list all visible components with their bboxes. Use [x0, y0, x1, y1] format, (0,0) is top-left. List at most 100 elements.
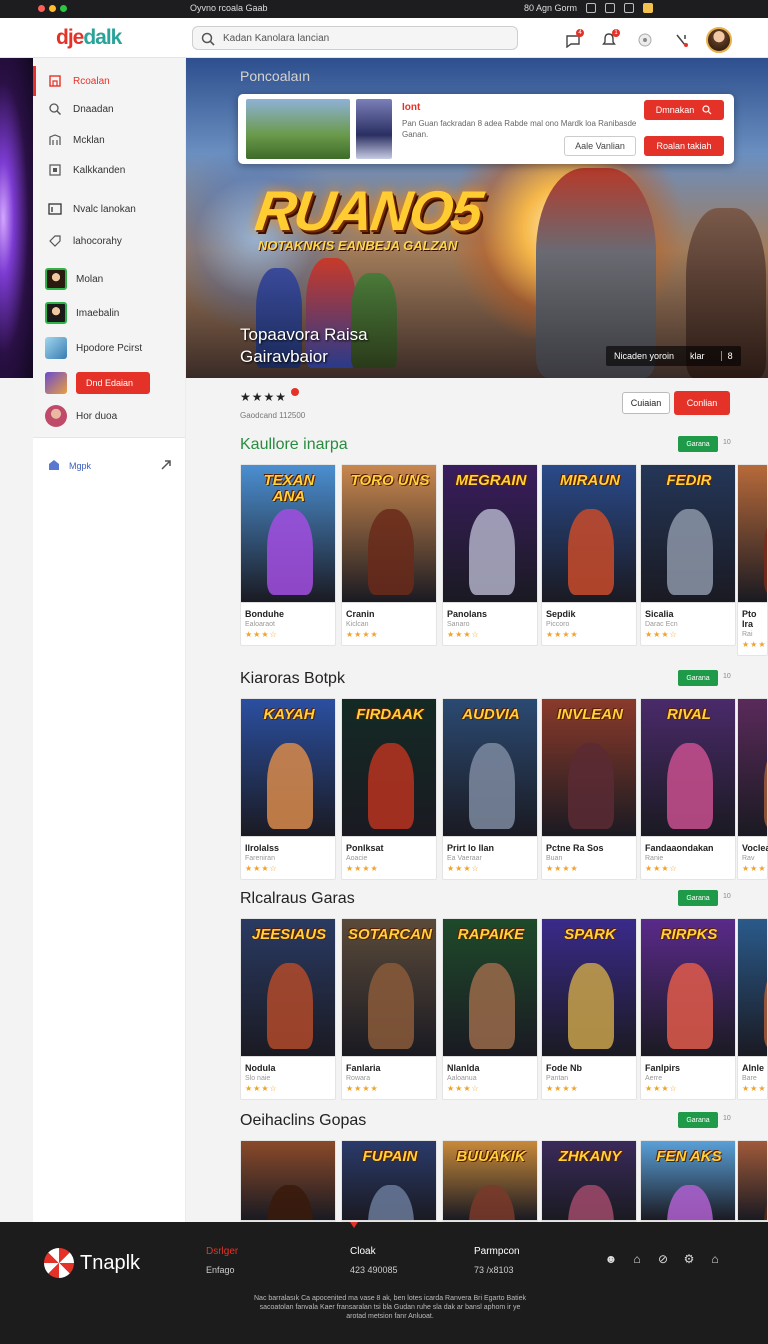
flag-icon[interactable] — [624, 3, 635, 13]
game-subtitle: Slo naie — [245, 1075, 271, 1082]
os-title-bar: Oyvno rcoala Gaab 80 Agn Gorm — [0, 0, 768, 18]
sidebar-item-tags[interactable]: lahocorahy — [33, 226, 186, 256]
game-card[interactable]: BUUAKIK — [442, 1140, 538, 1222]
sidebar-item-library[interactable]: Mcklan — [33, 125, 186, 155]
game-card[interactable]: RIRPKS Fanlpirs Aerre ★★★☆ — [640, 918, 736, 1100]
game-card[interactable]: JEESIAUS Nodula Slo naie ★★★☆ — [240, 918, 336, 1100]
minimize-window-button[interactable] — [49, 5, 56, 12]
sidebar-item-store[interactable]: Kalkkanden — [33, 155, 186, 185]
footer-col3-value[interactable]: 73 /x8103 — [474, 1265, 520, 1275]
promo-primary-button[interactable]: Roalan takiah — [644, 136, 724, 156]
download-icon[interactable] — [670, 29, 692, 51]
game-name: Alnle — [742, 1063, 765, 1073]
game-name: Sepdik — [546, 609, 576, 619]
game-cover-title: TEXAN ANA — [263, 472, 315, 505]
app-logo[interactable]: djedalk — [56, 26, 122, 50]
home-icon[interactable]: ⌂ — [630, 1252, 644, 1266]
promo-secondary-button[interactable]: Aale Vanlian — [564, 136, 636, 156]
copy-icon[interactable] — [586, 3, 597, 13]
game-card[interactable]: SOTARCAN Fanlaria Rowara ★★★★ — [341, 918, 437, 1100]
section-view-all-button[interactable]: Garana — [678, 436, 718, 452]
game-card[interactable]: FEN AKS — [640, 1140, 736, 1222]
secondary-action-button[interactable]: Cuiaian — [622, 392, 670, 414]
game-cover-title: MIRAUN — [560, 472, 620, 489]
game-card[interactable]: RIVAL Fandaaondakan Ranie ★★★☆ — [640, 698, 736, 880]
game-character-figure — [267, 509, 313, 595]
sidebar-item-label: Kalkkanden — [73, 164, 126, 176]
sidebar-item-label: Mcklan — [73, 134, 105, 146]
rating-stars: ★★★★ — [240, 390, 288, 404]
game-card[interactable]: RAPAIKE Nlanlda Aaloanua ★★★☆ — [442, 918, 538, 1100]
game-card[interactable] — [240, 1140, 336, 1222]
hero-info-pill[interactable]: Nicaden yoroin klar 8 — [606, 346, 741, 366]
sidebar-item-screen[interactable]: Nvalc lanokan — [33, 194, 186, 224]
game-cover-art — [738, 1141, 767, 1221]
window-title: Oyvno rcoala Gaab — [190, 3, 268, 13]
footer-column-2: Cloak 423 490085 — [350, 1246, 398, 1275]
game-name: Bonduhe — [245, 609, 284, 619]
messages-icon[interactable]: 4 — [562, 29, 584, 51]
primary-action-button[interactable]: Conlian — [674, 391, 730, 415]
section-view-all-button[interactable]: Garana — [678, 670, 718, 686]
sidebar-highlight-button[interactable]: Dnd Edaian — [76, 372, 150, 394]
battery-icon — [643, 3, 654, 13]
game-card[interactable]: PTO Pto Ira Rai ★★★ — [737, 464, 768, 656]
logo-part-2: dalk — [83, 26, 122, 49]
house-icon[interactable]: ⌂ — [708, 1252, 722, 1266]
game-card[interactable]: TORO UNS Cranin Kiclcan ★★★★ — [341, 464, 437, 646]
sidebar-item-friend-2[interactable]: Imaebalin — [33, 298, 186, 328]
game-subtitle: Bare — [742, 1075, 757, 1082]
game-card[interactable]: SPARK Fode Nb Pantan ★★★★ — [541, 918, 637, 1100]
maximize-window-button[interactable] — [60, 5, 67, 12]
smile-icon[interactable]: ☻ — [604, 1252, 618, 1266]
settings-icon[interactable] — [634, 29, 656, 51]
link-icon[interactable]: ⊘ — [656, 1252, 670, 1266]
x-box-icon[interactable] — [605, 3, 616, 13]
game-card[interactable]: VOO Voclea Rav ★★★ — [737, 698, 768, 880]
game-rating-stars: ★★★☆ — [447, 864, 480, 873]
game-card[interactable]: KAYAH Ilrolalss Fareniran ★★★☆ — [240, 698, 336, 880]
close-window-button[interactable] — [38, 5, 45, 12]
game-subtitle: Ranie — [645, 855, 664, 862]
game-cover-title: RIRPKS — [660, 926, 718, 943]
game-cover-art: SOTARCAN — [342, 919, 436, 1057]
game-card[interactable] — [737, 1140, 768, 1222]
game-name: Sicalia — [645, 609, 674, 619]
game-character-figure — [368, 1185, 414, 1220]
game-card[interactable]: MIRAUN Sepdik Piccoro ★★★★ — [541, 464, 637, 646]
game-cover-art: JEESIAUS — [241, 919, 335, 1057]
game-card[interactable]: TEXAN ANA Bonduhe Ealoaraot ★★★☆ — [240, 464, 336, 646]
sidebar-item-discover[interactable]: Dnaadan — [33, 94, 186, 124]
promo-image-small[interactable] — [356, 99, 392, 159]
gear-icon[interactable]: ⚙ — [682, 1252, 696, 1266]
section-view-all-button[interactable]: Garana — [678, 890, 718, 906]
footer-col2-value[interactable]: 423 490085 — [350, 1265, 398, 1275]
sidebar-more-link[interactable]: Mgpk — [33, 454, 186, 478]
footer-logo[interactable]: Tnaplk — [44, 1248, 140, 1278]
sidebar-item-friend-5[interactable]: Hor duoa — [33, 401, 186, 431]
sidebar-item-friend-1[interactable]: Molan — [33, 264, 186, 294]
search-bar[interactable]: Kadan Kanolara lancian — [192, 26, 518, 50]
game-card[interactable]: INVLEAN Pctne Ra Sos Buan ★★★★ — [541, 698, 637, 880]
sidebar-item-friend-3[interactable]: Hpodore Pcirst — [33, 333, 186, 363]
game-card[interactable]: ALN Alnle Bare ★★★ — [737, 918, 768, 1100]
game-card[interactable]: ZHKANY — [541, 1140, 637, 1222]
game-card[interactable]: FEDIR Sicalia Darac Ecn ★★★☆ — [640, 464, 736, 646]
notifications-icon[interactable]: 1 — [598, 29, 620, 51]
promo-image-large[interactable] — [246, 99, 350, 159]
section-view-all-button[interactable]: Garana — [678, 1112, 718, 1128]
game-card[interactable]: FIRDAAK Ponlksat Aoacie ★★★★ — [341, 698, 437, 880]
game-card[interactable]: MEGRAIN Panolans Sanaro ★★★☆ — [442, 464, 538, 646]
user-avatar[interactable] — [706, 27, 732, 53]
game-subtitle: Kiclcan — [346, 621, 369, 628]
game-subtitle: Rav — [742, 855, 755, 862]
footer-col1-value[interactable]: Enfago — [206, 1265, 238, 1275]
hero-banner[interactable]: Poncoalaın RUANO5 NOTAKNKIS EANBEJA GALZ… — [186, 58, 768, 378]
sidebar-item-home[interactable]: Rcoalan — [33, 66, 186, 96]
sidebar-item-friend-4[interactable]: Dnd Edaian — [33, 368, 186, 398]
game-card[interactable]: AUDVIA Prirt lo llan Ea Vaeraar ★★★☆ — [442, 698, 538, 880]
game-name: Cranin — [346, 609, 375, 619]
game-card[interactable]: FUPAIN — [341, 1140, 437, 1222]
search-input[interactable]: Kadan Kanolara lancian — [223, 33, 329, 44]
promo-search-button[interactable]: Dmnakan — [644, 100, 724, 120]
